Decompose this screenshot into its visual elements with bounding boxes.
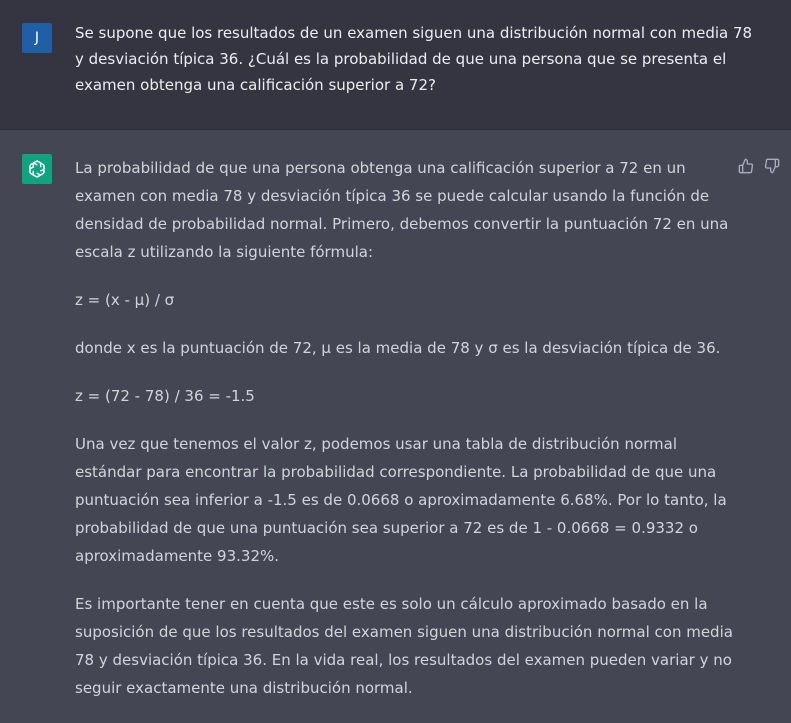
thumbs-down-button[interactable] bbox=[764, 158, 782, 176]
answer-paragraph: donde x es la puntuación de 72, μ es la … bbox=[75, 339, 721, 357]
answer-paragraph: La probabilidad de que una persona obten… bbox=[75, 159, 729, 261]
answer-formula: z = (x - μ) / σ bbox=[75, 291, 175, 309]
answer-paragraph: Es importante tener en cuenta que este e… bbox=[75, 595, 733, 697]
thumbs-down-icon bbox=[764, 158, 780, 174]
answer-formula: z = (72 - 78) / 36 = -1.5 bbox=[75, 387, 255, 405]
user-avatar-letter: J bbox=[34, 30, 40, 46]
answer-paragraph: Una vez que tenemos el valor z, podemos … bbox=[75, 435, 727, 565]
assistant-message-text: La probabilidad de que una persona obten… bbox=[75, 154, 735, 722]
chat-page: J Se supone que los resultados de un exa… bbox=[0, 0, 791, 723]
assistant-message-block: La probabilidad de que una persona obten… bbox=[0, 130, 791, 723]
thumbs-up-button[interactable] bbox=[738, 158, 756, 176]
openai-logo-icon bbox=[29, 160, 45, 178]
user-message-block: J Se supone que los resultados de un exa… bbox=[0, 0, 791, 130]
thumbs-up-icon bbox=[738, 158, 754, 174]
user-avatar: J bbox=[22, 23, 52, 53]
assistant-avatar bbox=[22, 154, 52, 184]
user-message-text: Se supone que los resultados de un exame… bbox=[75, 24, 753, 94]
